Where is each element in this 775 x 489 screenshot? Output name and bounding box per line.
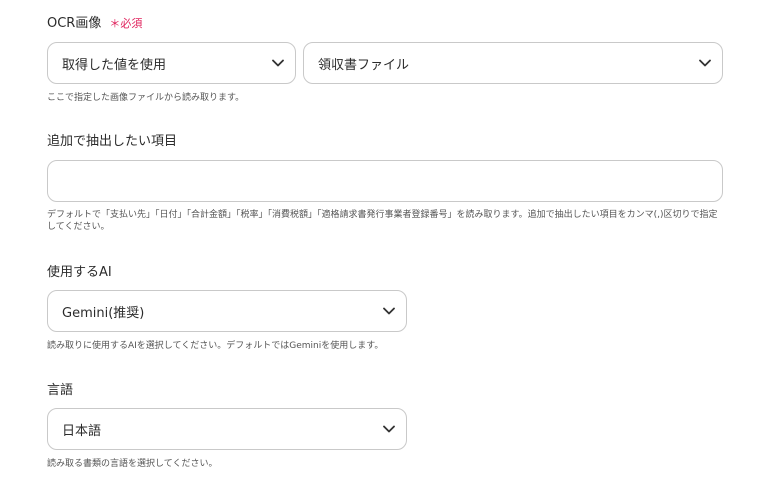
chevron-down-icon [688,59,722,67]
ocr-image-source-value: 取得した値を使用 [62,57,167,73]
ocr-image-label: OCR画像 ＊必須 [47,17,142,30]
language-help: 読み取る書類の言語を選択してください。 [47,459,218,469]
extra-fields-input[interactable] [47,160,723,202]
ai-model-help: 読み取りに使用するAIを選択してください。デフォルトではGeminiを使用します… [47,341,384,351]
ocr-image-file-select[interactable]: 領収書ファイル [303,42,723,84]
chevron-down-icon [372,307,406,315]
ocr-image-label-text: OCR画像 [47,16,102,31]
ai-model-value: Gemini(推奨) [62,305,145,321]
ocr-image-help: ここで指定した画像ファイルから読み取ります。 [47,93,245,103]
chevron-down-icon [261,59,295,67]
ai-model-label: 使用するAI [47,265,112,280]
extra-fields-help: デフォルトで「支払い先」「日付」「合計金額」「税率」「消費税額」「適格請求書発行… [47,210,718,232]
ocr-image-file-value: 領収書ファイル [318,57,410,73]
extra-fields-label: 追加で抽出したい項目 [47,134,178,149]
ai-model-select[interactable]: Gemini(推奨) [47,290,407,332]
required-badge: ＊必須 [109,17,143,30]
language-label: 言語 [47,383,74,398]
ocr-image-source-select[interactable]: 取得した値を使用 [47,42,296,84]
language-value: 日本語 [62,423,102,439]
chevron-down-icon [372,425,406,433]
ocr-settings-form: OCR画像 ＊必須 取得した値を使用 領収書ファイル ここで指定した画像ファイルか… [0,0,775,489]
language-select[interactable]: 日本語 [47,408,407,450]
